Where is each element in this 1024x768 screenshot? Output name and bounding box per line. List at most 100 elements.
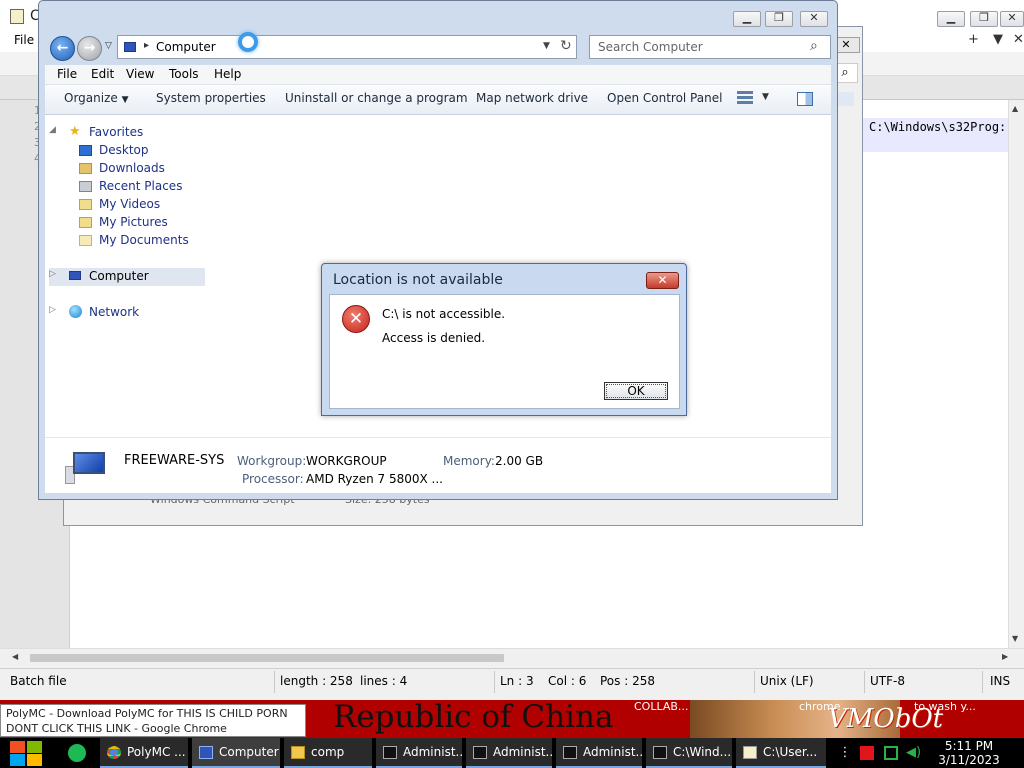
taskbar-app-cmd-1[interactable]: Administ... <box>376 738 462 768</box>
menu-view[interactable]: View <box>126 67 154 81</box>
notepad-menu-file[interactable]: File <box>14 33 34 47</box>
taskbar-app-label: C:\Wind... <box>673 745 732 759</box>
downloads-icon <box>79 163 92 174</box>
processor-value: AMD Ryzen 7 5800X ... <box>306 472 443 486</box>
taskbar-app-computer[interactable]: Computer <box>192 738 280 768</box>
status-separator <box>982 671 983 693</box>
dropdown-arrow-icon[interactable]: ▼ <box>993 32 1003 47</box>
dialog-message: C:\ is not accessible. <box>382 307 506 321</box>
star-icon: ★ <box>69 124 81 139</box>
organize-button[interactable]: Organize ▼ <box>64 91 129 105</box>
menu-file[interactable]: File <box>57 67 77 81</box>
expand-arrow-icon[interactable]: ▷ <box>49 305 56 315</box>
clock[interactable]: 5:11 PM 3/11/2023 <box>936 739 1002 767</box>
taskbar-app-label: comp <box>311 745 345 759</box>
menu-edit[interactable]: Edit <box>91 67 114 81</box>
ok-button[interactable]: OK <box>604 382 668 400</box>
flag-icon[interactable] <box>860 746 874 760</box>
dialog-detail: Access is denied. <box>382 331 486 345</box>
scroll-down-icon[interactable]: ▼ <box>1012 634 1018 643</box>
banner-collab-text: COLLAB... <box>634 700 689 713</box>
taskbar-app-cmd-4[interactable]: C:\Wind... <box>646 738 732 768</box>
taskbar-app-notepad[interactable]: C:\User... <box>736 738 826 768</box>
network-status-icon[interactable] <box>884 746 898 760</box>
organize-label: Organize <box>64 91 118 105</box>
preview-pane-icon[interactable] <box>797 92 813 106</box>
chevron-right-icon[interactable]: ▸ <box>144 40 149 51</box>
taskbar-app-cmd-2[interactable]: Administ... <box>466 738 552 768</box>
volume-icon[interactable]: ◀) <box>906 746 921 760</box>
computer-icon <box>69 271 81 280</box>
more-options-icon[interactable]: ⋮ <box>838 746 852 760</box>
folder-icon <box>291 746 305 759</box>
expand-arrow-icon[interactable]: ◢ <box>49 125 56 135</box>
spotify-icon[interactable] <box>68 744 86 762</box>
open-control-panel-button[interactable]: Open Control Panel <box>607 91 722 105</box>
taskbar-app-label: Computer <box>219 745 279 759</box>
scroll-up-icon[interactable]: ▲ <box>1012 104 1018 113</box>
busy-cursor-icon <box>238 32 258 52</box>
status-insert-mode[interactable]: INS <box>990 674 1010 688</box>
taskbar-app-cmd-3[interactable]: Administ... <box>556 738 642 768</box>
nav-network-label: Network <box>89 305 140 319</box>
scroll-right-icon[interactable]: ▶ <box>1002 652 1008 661</box>
address-dropdown-icon[interactable]: ▼ <box>543 41 550 51</box>
documents-icon <box>79 235 92 246</box>
notepad-close-button[interactable]: ✕ <box>1000 11 1024 27</box>
scrollbar-thumb[interactable] <box>30 654 504 662</box>
plus-icon[interactable]: + <box>968 32 979 47</box>
status-pos: Pos : 258 <box>600 674 655 688</box>
map-network-drive-button[interactable]: Map network drive <box>476 91 588 105</box>
taskbar-app-chrome[interactable]: PolyMC ... <box>100 738 188 768</box>
refresh-icon[interactable]: ↻ <box>560 38 572 54</box>
search-input[interactable]: Search Computer ⌕ <box>589 35 831 59</box>
notepad-minimize-button[interactable]: ▁ <box>937 11 965 27</box>
taskbar-app-label: C:\User... <box>763 745 818 759</box>
command-prompt-icon <box>383 746 397 759</box>
horizontal-scrollbar[interactable]: ◀ ▶ <box>0 648 1024 666</box>
system-properties-button[interactable]: System properties <box>156 91 266 105</box>
memory-value: 2.00 GB <box>495 454 544 468</box>
close-icon[interactable]: ✕ <box>1013 32 1024 47</box>
uninstall-program-button[interactable]: Uninstall or change a program <box>285 91 468 105</box>
error-icon: ✕ <box>342 305 370 333</box>
status-ln: Ln : 3 <box>500 674 534 688</box>
forward-button[interactable]: → <box>77 36 102 61</box>
view-dropdown-icon[interactable]: ▼ <box>762 92 769 102</box>
notepad-app-icon <box>10 9 24 24</box>
close-button[interactable]: ✕ <box>800 11 828 27</box>
menu-tools[interactable]: Tools <box>169 67 199 81</box>
expand-arrow-icon[interactable]: ▷ <box>49 269 56 279</box>
taskbar-app-folder[interactable]: comp <box>284 738 372 768</box>
status-eol[interactable]: Unix (LF) <box>760 674 814 688</box>
recent-pages-dropdown[interactable]: ▽ <box>105 41 112 51</box>
clock-date: 3/11/2023 <box>938 753 1000 767</box>
code-text: C:\Windows\s32Prog: <box>869 120 1007 134</box>
search-placeholder: Search Computer <box>598 40 703 54</box>
dialog-title: Location is not available <box>333 272 503 288</box>
computer-icon <box>124 42 136 52</box>
desktop-icon <box>79 145 92 156</box>
notepad-maximize-button[interactable]: ❐ <box>970 11 998 27</box>
status-separator <box>864 671 865 693</box>
scroll-left-icon[interactable]: ◀ <box>12 652 18 661</box>
taskbar-app-label: Administ... <box>493 745 552 759</box>
minimize-button[interactable]: ▁ <box>733 11 761 27</box>
status-encoding[interactable]: UTF-8 <box>870 674 905 688</box>
dialog-close-button[interactable]: ✕ <box>646 272 679 289</box>
computer-icon <box>65 452 105 484</box>
computer-explorer-window: ▁ ❐ ✕ ← → ▽ ▸ Computer ▼ ↻ Search Comput… <box>38 0 838 500</box>
status-separator <box>494 671 495 693</box>
address-bar[interactable]: ▸ Computer ▼ ↻ <box>117 35 577 59</box>
back-button[interactable]: ← <box>50 36 75 61</box>
notepad-icon <box>743 746 757 759</box>
search-icon[interactable]: ⌕ <box>810 38 818 54</box>
change-view-icon[interactable] <box>737 90 755 106</box>
maximize-button[interactable]: ❐ <box>765 11 793 27</box>
status-length: length : 258 <box>280 674 353 688</box>
computer-name: FREEWARE-SYS <box>124 453 225 468</box>
breadcrumb-computer[interactable]: Computer <box>156 40 216 54</box>
start-button[interactable] <box>8 740 44 766</box>
vertical-scrollbar[interactable]: ▲ ▼ <box>1008 100 1024 648</box>
menu-help[interactable]: Help <box>214 67 241 81</box>
